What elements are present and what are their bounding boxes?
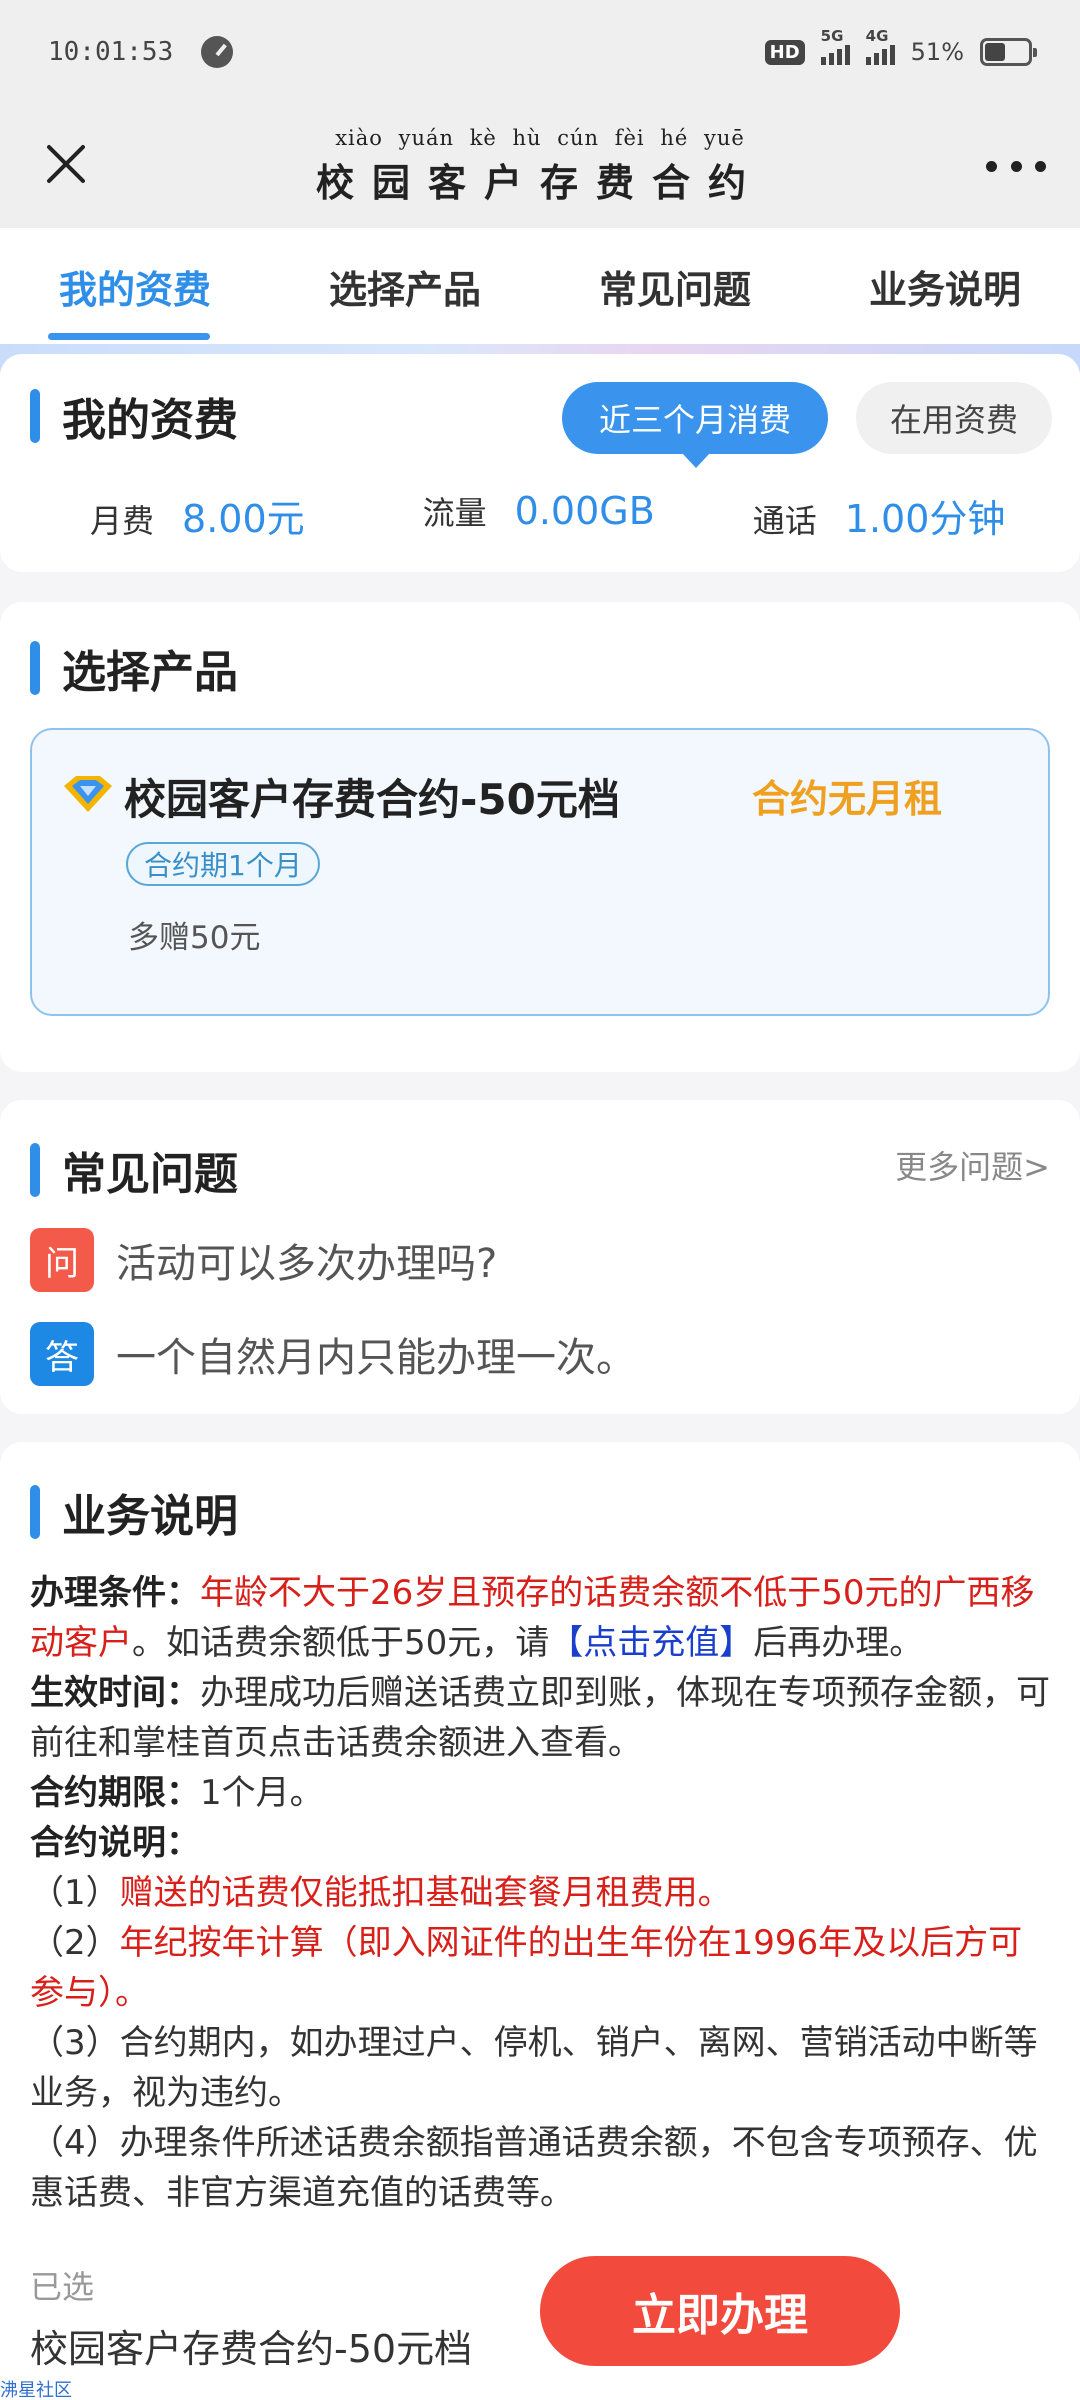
section-accent-bar — [30, 389, 40, 443]
faq-header: 常见问题 — [30, 1138, 238, 1202]
my-fee-card: 我的资费 近三个月消费 在用资费 月费 8.00元 流量 0.00GB 通话 1… — [0, 354, 1080, 572]
product-tag: 合约无月租 — [752, 777, 943, 821]
product-option[interactable]: 校园客户存费合约-50元档 合约无月租 合约期1个月 多赠50元 — [30, 728, 1050, 1016]
status-right-cluster: HD 5G 4G 51% — [764, 27, 1037, 66]
condition-middle: 。如话费余额低于50元，请 — [132, 1623, 550, 1663]
signal-5g-label: 5G — [820, 27, 844, 45]
tab-bar: 我的资费 选择产品 常见问题 业务说明 — [0, 228, 1080, 344]
my-fee-header: 我的资费 — [30, 384, 238, 448]
note-3: （3）合约期内，如办理过户、停机、销户、离网、营销活动中断等业务，视为违约。 — [30, 2023, 1038, 2113]
note-2: （2）年纪按年计算（即入网证件的出生年份在1996年及以后方可参与）。 — [30, 1918, 1054, 2018]
business-info-title: 业务说明 — [62, 1491, 238, 1542]
signal-4g-icon: 4G — [865, 27, 895, 65]
battery-icon — [980, 38, 1037, 66]
recharge-link[interactable]: 【点击充值】 — [549, 1623, 753, 1663]
section-accent-bar — [30, 641, 40, 695]
product-name: 校园客户存费合约-50元档 — [124, 775, 620, 824]
note-1-num: （1） — [30, 1873, 120, 1913]
tab-faq[interactable]: 常见问题 — [540, 228, 810, 344]
hd-voice-icon: HD — [764, 39, 805, 65]
title-pinyin: xiào yuán kè hù cún fèi hé yuē — [335, 125, 745, 150]
tab-select-product[interactable]: 选择产品 — [270, 228, 540, 344]
section-accent-bar — [30, 1485, 40, 1539]
watermark: 沸星社区 — [0, 2380, 72, 2400]
tab-my-fee[interactable]: 我的资费 — [0, 228, 270, 344]
stat-label: 通话 — [752, 502, 817, 540]
faq-title: 常见问题 — [62, 1149, 238, 1200]
faq-question: 活动可以多次办理吗? — [116, 1241, 498, 1287]
question-badge: 问 — [30, 1228, 94, 1292]
more-questions-link[interactable]: 更多问题> — [895, 1142, 1050, 1188]
effective-paragraph: 生效时间：办理成功后赠送话费立即到账，体现在专项预存金额，可前往和掌桂首页点击话… — [30, 1668, 1054, 1768]
status-bar: 10:01:53 HD 5G 4G 51% — [0, 0, 1080, 104]
term-text: 1个月。 — [200, 1773, 324, 1813]
condition-label: 办理条件： — [30, 1573, 200, 1613]
note-label-paragraph: 合约说明： — [30, 1818, 1054, 1868]
signal-5g-icon: 5G — [820, 27, 850, 65]
current-plan-button[interactable]: 在用资费 — [856, 382, 1052, 454]
selected-label: 已选 — [30, 2268, 95, 2306]
faq-card: 常见问题 更多问题> 问 活动可以多次办理吗? 答 一个自然月内只能办理一次。 — [0, 1100, 1080, 1414]
close-icon[interactable] — [34, 132, 98, 196]
more-options-icon[interactable] — [986, 148, 1046, 184]
bottom-action-bar: 已选 校园客户存费合约-50元档 立即办理 — [0, 2236, 1080, 2400]
term-paragraph: 合约期限：1个月。 — [30, 1768, 1054, 1818]
faq-question-row: 问 活动可以多次办理吗? — [30, 1228, 497, 1292]
stat-label: 流量 — [422, 494, 487, 532]
tab-business-info[interactable]: 业务说明 — [810, 228, 1080, 344]
stat-data-usage: 流量 0.00GB — [423, 488, 655, 543]
stat-value: 0.00GB — [514, 489, 655, 533]
business-info-header: 业务说明 — [30, 1480, 238, 1544]
stat-label: 月费 — [90, 502, 155, 540]
title-text: 校园客户存费合约 — [315, 159, 764, 205]
faq-answer-row: 答 一个自然月内只能办理一次。 — [30, 1322, 636, 1386]
speed-gauge-icon — [201, 36, 234, 68]
select-product-header: 选择产品 — [30, 636, 238, 700]
business-info-body: 办理条件：年龄不大于26岁且预存的话费余额不低于50元的广西移动客户。如话费余额… — [30, 1568, 1054, 2218]
product-desc: 多赠50元 — [128, 920, 261, 956]
note-4: （4）办理条件所述话费余额指普通话费余额，不包含专项预存、优惠话费、非官方渠道充… — [30, 2123, 1038, 2213]
selected-product-name: 校园客户存费合约-50元档 — [30, 2327, 473, 2371]
effective-label: 生效时间： — [30, 1673, 200, 1713]
select-product-title: 选择产品 — [62, 647, 238, 698]
condition-end: 后再办理。 — [753, 1623, 924, 1663]
stat-call-minutes: 通话 1.00分钟 — [753, 488, 1006, 543]
note-1-text: 赠送的话费仅能抵扣基础套餐月租费用。 — [119, 1873, 732, 1913]
diamond-icon — [64, 776, 112, 812]
fee-stats: 月费 8.00元 流量 0.00GB 通话 1.00分钟 — [0, 488, 1080, 543]
contract-period-badge: 合约期1个月 — [126, 842, 320, 886]
stat-monthly-fee: 月费 8.00元 — [90, 488, 305, 543]
condition-paragraph: 办理条件：年龄不大于26岁且预存的话费余额不低于50元的广西移动客户。如话费余额… — [30, 1568, 1054, 1668]
term-label: 合约期限： — [30, 1773, 200, 1813]
stat-value: 8.00元 — [182, 497, 305, 541]
apply-now-button[interactable]: 立即办理 — [540, 2256, 900, 2366]
note-2-num: （2） — [30, 1923, 120, 1963]
title-bar: xiào yuán kè hù cún fèi hé yuē 校园客户存费合约 — [0, 104, 1080, 228]
status-time: 10:01:53 — [48, 37, 174, 67]
section-accent-bar — [30, 1143, 40, 1197]
answer-badge: 答 — [30, 1322, 94, 1386]
recent-three-months-button[interactable]: 近三个月消费 — [562, 382, 828, 468]
page-title: xiào yuán kè hù cún fèi hé yuē 校园客户存费合约 — [316, 126, 764, 207]
signal-4g-label: 4G — [865, 27, 889, 45]
note-1: （1）赠送的话费仅能抵扣基础套餐月租费用。 — [30, 1868, 1054, 1918]
my-fee-title: 我的资费 — [62, 395, 238, 446]
note-2-text: 年纪按年计算（即入网证件的出生年份在1996年及以后方可参与）。 — [30, 1923, 1023, 2013]
battery-percent: 51% — [910, 38, 964, 66]
faq-answer: 一个自然月内只能办理一次。 — [116, 1335, 636, 1381]
note-label: 合约说明： — [30, 1823, 200, 1863]
stat-value: 1.00分钟 — [844, 497, 1006, 541]
select-product-card: 选择产品 校园客户存费合约-50元档 合约无月租 合约期1个月 多赠50元 — [0, 602, 1080, 1072]
